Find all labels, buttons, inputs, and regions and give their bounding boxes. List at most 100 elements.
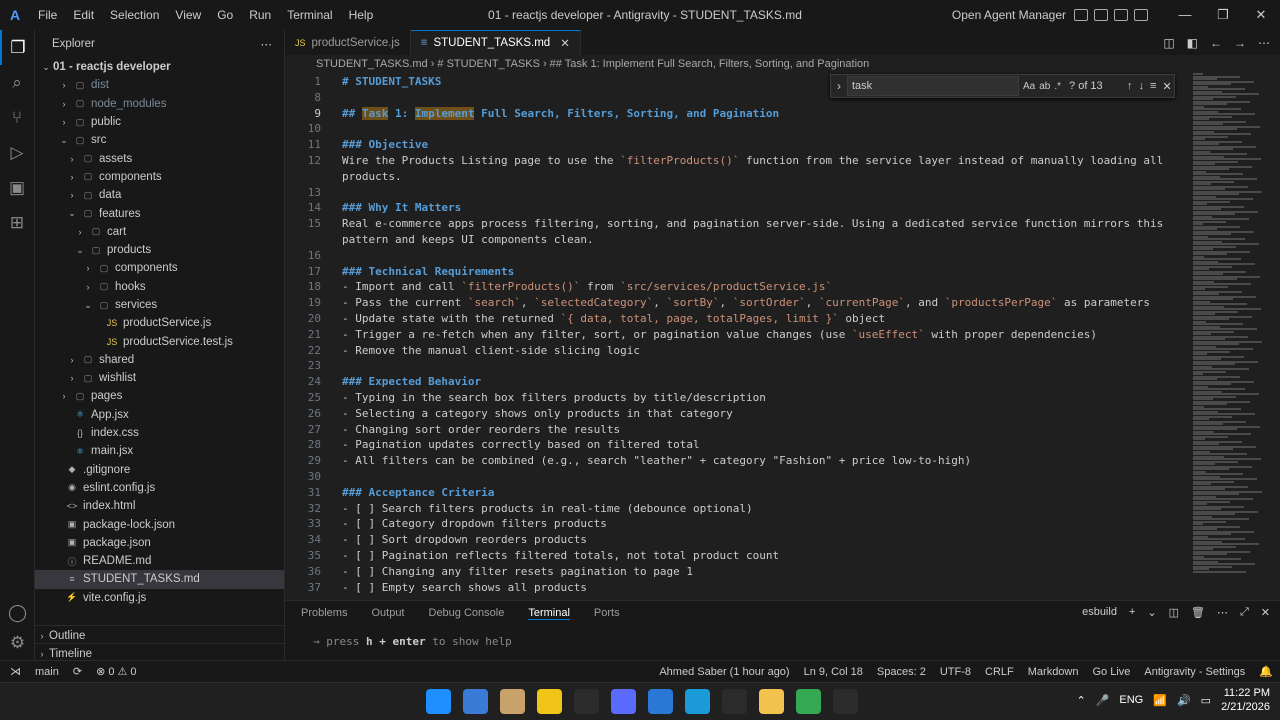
- tree-item[interactable]: <> index.html: [35, 497, 284, 515]
- more-actions-icon[interactable]: ⋯: [261, 37, 273, 51]
- problems-status[interactable]: ⊗ 0 ⚠ 0: [89, 665, 143, 678]
- tree-item[interactable]: ▣ package.json: [35, 534, 284, 552]
- taskbar-app-icon[interactable]: [722, 689, 747, 714]
- run-debug-icon[interactable]: ▷: [0, 135, 34, 170]
- find-input[interactable]: [847, 76, 1019, 96]
- editor-text-area[interactable]: 1 # STUDENT_TASKS 8 9 ## Task 1: Implement F…: [285, 73, 1280, 600]
- volume-icon[interactable]: 🔊: [1177, 694, 1191, 707]
- taskbar-app-icon[interactable]: [500, 689, 525, 714]
- taskbar-app-icon[interactable]: [648, 689, 673, 714]
- clock[interactable]: 11:22 PM 2/21/2026: [1221, 686, 1270, 714]
- workspace-root[interactable]: ⌄ 01 - reactjs developer: [35, 58, 284, 76]
- match-case-button[interactable]: Aa: [1023, 81, 1035, 92]
- indentation[interactable]: Spaces: 2: [870, 666, 933, 678]
- branch-status[interactable]: main: [28, 666, 66, 678]
- toggle-replace-icon[interactable]: ›: [831, 79, 847, 93]
- tree-item[interactable]: JS productService.test.js: [35, 332, 284, 350]
- wifi-icon[interactable]: 📶: [1153, 694, 1167, 707]
- maximize-button[interactable]: ❐: [1204, 7, 1242, 23]
- tree-item[interactable]: › ▢ assets: [35, 149, 284, 167]
- tree-item[interactable]: ◉ eslint.config.js: [35, 479, 284, 497]
- outline-section[interactable]: › Outline: [35, 625, 285, 645]
- taskbar-app-icon[interactable]: [463, 689, 488, 714]
- terminal-task-label[interactable]: esbuild: [1082, 606, 1117, 619]
- panel-tab-terminal[interactable]: Terminal: [528, 607, 570, 620]
- taskbar-app-icon[interactable]: [611, 689, 636, 714]
- breadcrumb[interactable]: STUDENT_TASKS.md › # STUDENT_TASKS › ## …: [285, 55, 1280, 73]
- remote-indicator-icon[interactable]: ⋊: [0, 665, 28, 678]
- panel-tab-debug-console[interactable]: Debug Console: [429, 607, 505, 619]
- close-panel-icon[interactable]: ✕: [1261, 606, 1270, 619]
- tree-item[interactable]: › ▢ pages: [35, 387, 284, 405]
- microphone-icon[interactable]: 🎤: [1096, 694, 1110, 707]
- panel-tab-output[interactable]: Output: [371, 607, 404, 619]
- toggle-panel-icon[interactable]: [1114, 9, 1128, 21]
- taskbar-app-icon[interactable]: [685, 689, 710, 714]
- explorer-icon[interactable]: ❐: [0, 30, 34, 65]
- tree-item[interactable]: ⌄ ▢ services: [35, 296, 284, 314]
- manage-gear-icon[interactable]: ⚙: [0, 625, 35, 660]
- toggle-sidebar-icon[interactable]: [1094, 9, 1108, 21]
- encoding[interactable]: UTF-8: [933, 666, 978, 678]
- next-match-icon[interactable]: ↓: [1139, 80, 1145, 92]
- maximize-panel-icon[interactable]: ⤢: [1240, 606, 1249, 619]
- taskbar-app-icon[interactable]: [759, 689, 784, 714]
- new-terminal-icon[interactable]: +: [1129, 606, 1135, 619]
- tab-student-tasks[interactable]: ≡ STUDENT_TASKS.md ✕: [410, 30, 581, 55]
- source-control-icon[interactable]: ⑂: [0, 100, 34, 135]
- tree-item[interactable]: ⓘ README.md: [35, 552, 284, 570]
- battery-icon[interactable]: ▭: [1201, 694, 1211, 707]
- match-whole-word-button[interactable]: ab: [1039, 81, 1050, 92]
- tree-item[interactable]: {} index.css: [35, 424, 284, 442]
- tree-item[interactable]: ⚛ App.jsx: [35, 406, 284, 424]
- taskbar-app-icon[interactable]: [426, 689, 451, 714]
- kill-terminal-icon[interactable]: 🗑: [1191, 606, 1205, 619]
- terminal-output[interactable]: → press h + enter to show help: [313, 635, 512, 648]
- search-icon[interactable]: ⌕: [0, 65, 34, 100]
- chevron-down-icon[interactable]: ⌄: [1147, 606, 1156, 619]
- git-blame[interactable]: Ahmed Saber (1 hour ago): [652, 666, 796, 678]
- tree-item[interactable]: › ▢ data: [35, 186, 284, 204]
- more-actions-icon[interactable]: ⋯: [1258, 36, 1270, 50]
- tree-item[interactable]: JS productService.js: [35, 314, 284, 332]
- split-editor-icon[interactable]: ◧: [1187, 36, 1198, 50]
- tree-item[interactable]: ◆ .gitignore: [35, 461, 284, 479]
- tray-chevron-icon[interactable]: ⌃: [1076, 694, 1085, 707]
- minimize-button[interactable]: —: [1166, 7, 1204, 23]
- language-indicator[interactable]: ENG: [1119, 694, 1143, 706]
- more-actions-icon[interactable]: ⋯: [1217, 606, 1228, 619]
- tree-item[interactable]: ⚛ main.jsx: [35, 442, 284, 460]
- open-agent-manager-button[interactable]: Open Agent Manager: [952, 8, 1066, 22]
- bell-icon[interactable]: 🔔: [1252, 665, 1280, 678]
- go-live-button[interactable]: Go Live: [1086, 666, 1138, 678]
- split-terminal-icon[interactable]: ◫: [1169, 606, 1179, 619]
- panel-tab-problems[interactable]: Problems: [301, 607, 347, 619]
- tree-item[interactable]: › ▢ node_modules: [35, 95, 284, 113]
- tree-item[interactable]: › ▢ public: [35, 113, 284, 131]
- taskbar-app-icon[interactable]: [796, 689, 821, 714]
- sync-icon[interactable]: ⟳: [66, 665, 89, 678]
- language-mode[interactable]: Markdown: [1021, 666, 1086, 678]
- taskbar-app-icon[interactable]: [574, 689, 599, 714]
- tree-item[interactable]: › ▢ wishlist: [35, 369, 284, 387]
- tree-item[interactable]: › ▢ cart: [35, 223, 284, 241]
- tree-item[interactable]: ⌄ ▢ features: [35, 204, 284, 222]
- extensions-icon[interactable]: ⊞: [0, 205, 34, 240]
- tree-item[interactable]: ⚡ vite.config.js: [35, 589, 284, 607]
- tree-item[interactable]: ⌄ ▢ products: [35, 241, 284, 259]
- tree-item[interactable]: › ▢ components: [35, 168, 284, 186]
- tab-productservice[interactable]: JS productService.js: [285, 30, 411, 55]
- minimap[interactable]: [1188, 73, 1270, 600]
- tree-item[interactable]: › ▢ shared: [35, 351, 284, 369]
- go-back-icon[interactable]: ←: [1210, 36, 1222, 50]
- remote-explorer-icon[interactable]: ▣: [0, 170, 34, 205]
- close-tab-icon[interactable]: ✕: [560, 36, 570, 50]
- open-preview-icon[interactable]: ◫: [1163, 36, 1174, 50]
- tree-item[interactable]: › ▢ hooks: [35, 278, 284, 296]
- layout-icon[interactable]: [1074, 9, 1088, 21]
- go-forward-icon[interactable]: →: [1234, 36, 1246, 50]
- settings-status[interactable]: Antigravity - Settings: [1137, 666, 1252, 678]
- taskbar-app-icon[interactable]: [537, 689, 562, 714]
- taskbar-app-icon[interactable]: [833, 689, 858, 714]
- tree-item[interactable]: ▣ package-lock.json: [35, 515, 284, 533]
